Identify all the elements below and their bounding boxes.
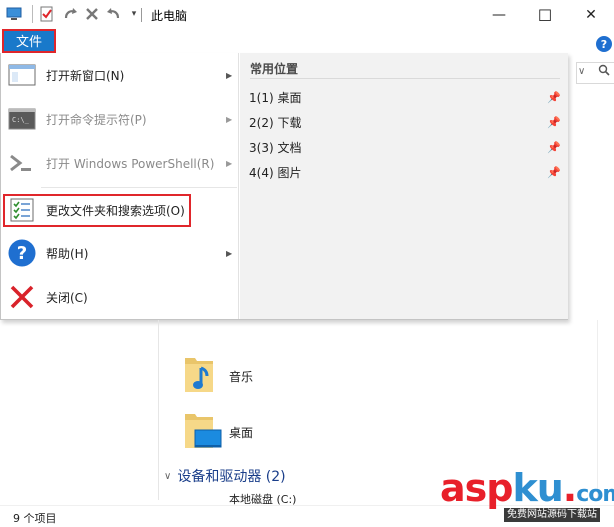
frequent-places-title: 常用位置 xyxy=(250,62,299,76)
minimize-button[interactable]: — xyxy=(476,0,522,30)
frequent-place-label: 4(4) 图片 xyxy=(249,165,302,180)
pin-icon[interactable]: 📌 xyxy=(547,116,561,129)
submenu-arrow-icon: ▶ xyxy=(226,158,233,168)
redo-icon[interactable] xyxy=(63,6,79,22)
menu-item-command-prompt[interactable]: C:\_ 打开命令提示符(P) ▶ xyxy=(1,99,239,139)
customize-dropdown-icon[interactable]: ▾ xyxy=(126,6,142,22)
desktop-folder-icon[interactable] xyxy=(183,410,222,450)
ribbon-help-icon[interactable]: ? xyxy=(596,36,612,52)
help-icon: ? xyxy=(7,238,37,268)
undo-icon[interactable] xyxy=(105,6,121,22)
frequent-places-divider xyxy=(250,78,560,79)
watermark-brand: aspku.com xyxy=(440,466,614,510)
menu-item-powershell[interactable]: 打开 Windows PowerShell(R) ▶ xyxy=(1,143,239,183)
frequent-place-label: 3(3) 文档 xyxy=(249,140,302,155)
highlight-box xyxy=(3,194,191,227)
command-prompt-icon: C:\_ xyxy=(7,104,37,134)
menu-item-help[interactable]: ? 帮助(H) ▶ xyxy=(1,233,239,273)
title-separator xyxy=(141,8,142,22)
frequent-place-desktop[interactable]: 1(1) 桌面 📌 xyxy=(249,86,563,108)
menu-item-label: 打开 Windows PowerShell(R) xyxy=(46,156,215,171)
title-bar: ▾ 此电脑 — ☐ ✕ xyxy=(0,0,614,30)
computer-icon[interactable] xyxy=(6,6,22,22)
powershell-icon xyxy=(7,148,37,178)
folder-label-desktop[interactable]: 桌面 xyxy=(229,424,253,441)
folder-label-music[interactable]: 音乐 xyxy=(229,368,253,385)
window-title: 此电脑 xyxy=(151,9,188,23)
section-devices-drives[interactable]: ∨ 设备和驱动器 (2) xyxy=(164,466,286,486)
menu-item-label: 打开命令提示符(P) xyxy=(46,112,147,127)
pin-icon[interactable]: 📌 xyxy=(547,141,561,154)
chevron-down-icon[interactable]: ∨ xyxy=(164,471,171,482)
svg-text:C:\_: C:\_ xyxy=(12,116,30,124)
navigation-pane-border xyxy=(158,320,159,500)
address-dropdown-icon[interactable]: ∨ xyxy=(578,66,585,77)
quick-access-separator xyxy=(32,5,33,23)
frequent-places-panel: 常用位置 1(1) 桌面 📌 2(2) 下载 📌 3(3) 文档 📌 4(4) … xyxy=(240,53,568,319)
menu-item-new-window[interactable]: 打开新窗口(N) ▶ xyxy=(1,55,239,95)
file-tab[interactable]: 文件 xyxy=(2,29,56,53)
search-icon[interactable] xyxy=(598,64,610,79)
status-item-count: 9 个项目 xyxy=(13,512,57,525)
frequent-place-label: 1(1) 桌面 xyxy=(249,90,302,105)
watermark-logo: aspku.com 免费网站源码下载站 xyxy=(440,466,614,525)
new-window-icon xyxy=(7,60,37,90)
file-menu-commands: 打开新窗口(N) ▶ C:\_ 打开命令提示符(P) ▶ 打开 Windows … xyxy=(1,53,239,319)
menu-separator xyxy=(41,187,237,188)
music-folder-icon[interactable] xyxy=(183,354,219,394)
pin-icon[interactable]: 📌 xyxy=(547,91,561,104)
frequent-place-label: 2(2) 下载 xyxy=(249,115,302,130)
frequent-place-downloads[interactable]: 2(2) 下载 📌 xyxy=(249,111,563,133)
menu-item-label: 关闭(C) xyxy=(46,290,88,305)
submenu-arrow-icon: ▶ xyxy=(226,70,233,80)
close-x-icon xyxy=(7,282,37,312)
maximize-button[interactable]: ☐ xyxy=(522,0,568,30)
submenu-arrow-icon: ▶ xyxy=(226,248,233,258)
file-menu: 打开新窗口(N) ▶ C:\_ 打开命令提示符(P) ▶ 打开 Windows … xyxy=(0,53,568,320)
menu-item-label: 打开新窗口(N) xyxy=(46,68,125,83)
svg-text:?: ? xyxy=(17,243,27,264)
close-button[interactable]: ✕ xyxy=(568,0,614,30)
section-label: 设备和驱动器 (2) xyxy=(177,469,286,485)
menu-item-close[interactable]: 关闭(C) xyxy=(1,277,239,317)
pin-icon[interactable]: 📌 xyxy=(547,166,561,179)
watermark-subtitle: 免费网站源码下载站 xyxy=(504,508,600,522)
menu-item-label: 帮助(H) xyxy=(46,246,89,261)
frequent-place-pictures[interactable]: 4(4) 图片 📌 xyxy=(249,161,563,183)
delete-icon[interactable] xyxy=(84,6,100,22)
submenu-arrow-icon: ▶ xyxy=(226,114,233,124)
properties-icon[interactable] xyxy=(39,6,55,22)
frequent-place-documents[interactable]: 3(3) 文档 📌 xyxy=(249,136,563,158)
